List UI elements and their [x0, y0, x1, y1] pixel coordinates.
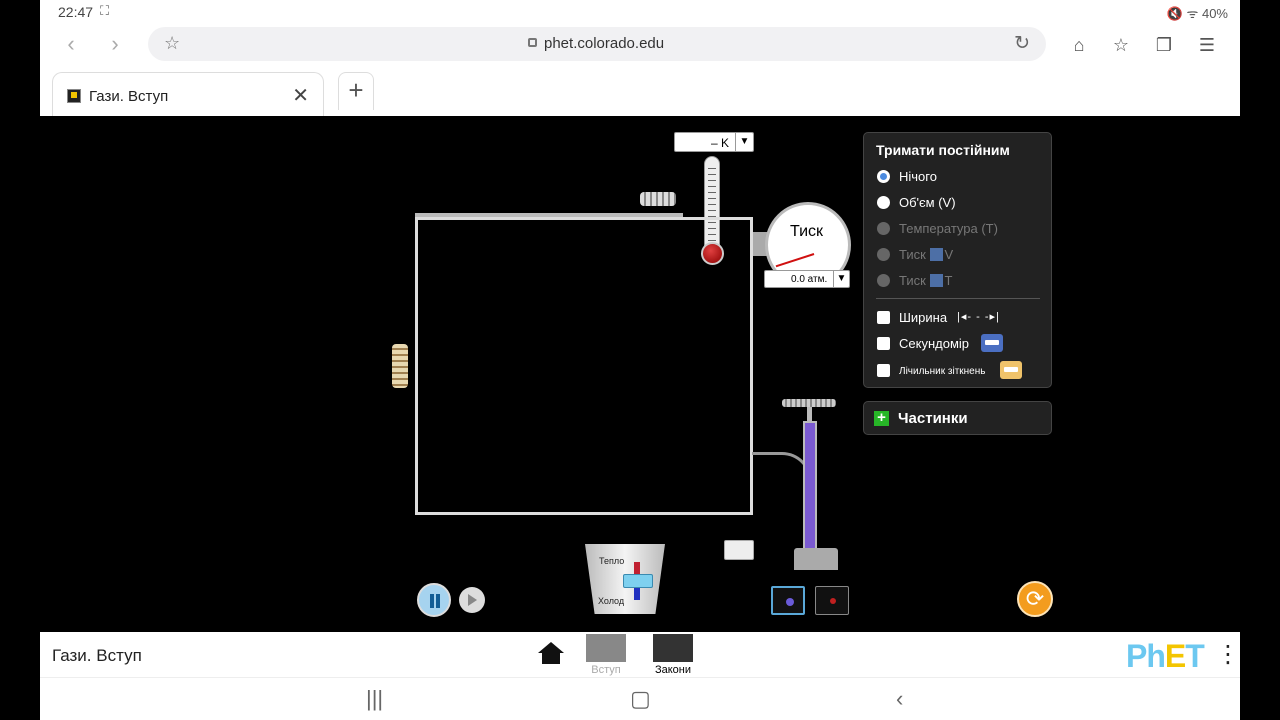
- screenshot-icon: ⛶: [100, 3, 110, 18]
- back-button[interactable]: ‹: [56, 30, 86, 60]
- menu-icon[interactable]: ☰: [1192, 30, 1222, 60]
- android-navigation-bar: ||| ▢ ‹: [40, 677, 1240, 720]
- home-screen-icon[interactable]: [538, 642, 564, 666]
- gauge-label: Тиск: [790, 223, 824, 240]
- container-resize-handle[interactable]: [392, 344, 408, 388]
- lid-handle[interactable]: [640, 192, 676, 206]
- screen-intro-button[interactable]: Вступ: [585, 634, 627, 676]
- clock: 22:47: [58, 4, 94, 20]
- laws-thumbnail: [653, 634, 693, 662]
- down-arrow-icon: [930, 248, 944, 261]
- step-forward-button[interactable]: [459, 587, 485, 613]
- pump-handle[interactable]: [782, 399, 836, 407]
- panel-divider: [876, 298, 1040, 299]
- reset-all-button[interactable]: ⟳: [1017, 581, 1053, 617]
- browser-toolbar: ‹ › ☆ phet.colorado.edu ↻ ⌂ ☆ ❐ ☰: [40, 24, 1240, 66]
- home-circle-icon[interactable]: ▢: [630, 686, 651, 712]
- pause-button[interactable]: [417, 583, 451, 617]
- width-arrow-icon: |◂- - -▸|: [957, 311, 1000, 323]
- particles-accordion[interactable]: + Частинки: [863, 401, 1052, 435]
- expand-plus-icon[interactable]: +: [874, 410, 889, 426]
- tab-title: Гази. Вступ: [89, 88, 169, 105]
- pressure-value: 0.0 атм.: [791, 274, 828, 285]
- eraser-button[interactable]: [724, 540, 754, 560]
- temperature-value: – K: [710, 136, 729, 150]
- heat-label: Тепло: [599, 556, 625, 566]
- cool-label: Холод: [598, 596, 625, 606]
- radio-volume[interactable]: Об'єм (V): [877, 195, 1049, 211]
- phet-menu-icon[interactable]: [1216, 642, 1222, 668]
- checkbox-stopwatch[interactable]: Секундомір: [877, 334, 1049, 354]
- checkbox-collision-counter[interactable]: Лічильник зіткнень: [877, 361, 1049, 381]
- radio-nothing[interactable]: Нічого: [877, 169, 1049, 185]
- intro-thumbnail: [586, 634, 626, 662]
- pump-base: [794, 548, 838, 570]
- close-tab-icon[interactable]: ✕: [292, 83, 309, 108]
- radio-pressure-t[interactable]: Тиск T: [877, 273, 1049, 289]
- checkbox-width[interactable]: Ширина |◂- - -▸|: [877, 310, 1049, 328]
- new-tab-button[interactable]: +: [338, 72, 374, 110]
- radio-pressure-v[interactable]: Тиск V: [877, 247, 1049, 263]
- home-icon[interactable]: ⌂: [1064, 30, 1094, 60]
- stopwatch-icon: [981, 334, 1003, 352]
- status-bar: 22:47 ⛶ 🔇 ᯤ 40%: [40, 0, 1240, 24]
- url-text: phet.colorado.edu: [544, 35, 665, 52]
- radio-temperature[interactable]: Температура (T): [877, 221, 1049, 237]
- lock-icon: [528, 38, 537, 47]
- phet-logo[interactable]: PhET: [1126, 638, 1205, 675]
- pressure-units-dropdown-icon[interactable]: ▼: [833, 271, 849, 287]
- temperature-readout[interactable]: – K ▼: [674, 132, 754, 152]
- battery-level: 40%: [1201, 6, 1228, 21]
- panel-title: Тримати постійним: [876, 142, 1010, 158]
- bookmarks-icon[interactable]: ☆: [1106, 30, 1136, 60]
- gauge-needle: [775, 253, 815, 268]
- forward-button[interactable]: ›: [100, 30, 130, 60]
- heavy-particle-button[interactable]: [771, 586, 805, 615]
- heat-cool-bucket: Тепло Холод: [585, 544, 665, 614]
- recent-apps-icon[interactable]: |||: [366, 686, 383, 712]
- back-arrow-icon[interactable]: ‹: [896, 686, 903, 712]
- pump-body: [803, 421, 817, 551]
- temperature-units-dropdown-icon[interactable]: ▼: [735, 133, 753, 151]
- phet-navigation-bar: Гази. Вступ Вступ Закони PhET: [40, 632, 1240, 677]
- tabs-icon[interactable]: ❐: [1149, 30, 1179, 60]
- pump-rod: [807, 407, 812, 421]
- sim-title: Гази. Вступ: [52, 646, 142, 665]
- status-icons: 🔇 ᯤ 40%: [1166, 6, 1228, 21]
- bookmark-star-icon[interactable]: ☆: [164, 33, 180, 54]
- reload-icon[interactable]: ↻: [1014, 32, 1030, 55]
- pressure-readout[interactable]: 0.0 атм. ▼: [764, 270, 850, 288]
- simulation-area: – K ▼ Тиск 0.0 атм. ▼ Тепло Холод ⟳ Трим…: [40, 116, 1240, 632]
- down-arrow-icon: [930, 274, 944, 287]
- hold-constant-panel: Тримати постійним Нічого Об'єм (V) Темпе…: [863, 132, 1052, 388]
- address-bar[interactable]: ☆ phet.colorado.edu ↻: [148, 27, 1046, 61]
- heat-cool-slider[interactable]: [623, 574, 653, 588]
- light-particle-icon: [830, 598, 836, 604]
- tablet-screen: 22:47 ⛶ 🔇 ᯤ 40% ‹ › ☆ phet.colorado.edu …: [40, 0, 1240, 720]
- tab-gases-intro[interactable]: Гази. Вступ ✕: [52, 72, 324, 116]
- screen-laws-button[interactable]: Закони: [652, 634, 694, 676]
- phet-favicon-icon: [67, 89, 81, 103]
- heavy-particle-icon: [786, 598, 794, 606]
- collision-counter-icon: [1000, 361, 1022, 379]
- tab-bar: Гази. Вступ ✕ +: [40, 66, 1240, 116]
- light-particle-button[interactable]: [815, 586, 849, 615]
- particle-container: [415, 217, 753, 515]
